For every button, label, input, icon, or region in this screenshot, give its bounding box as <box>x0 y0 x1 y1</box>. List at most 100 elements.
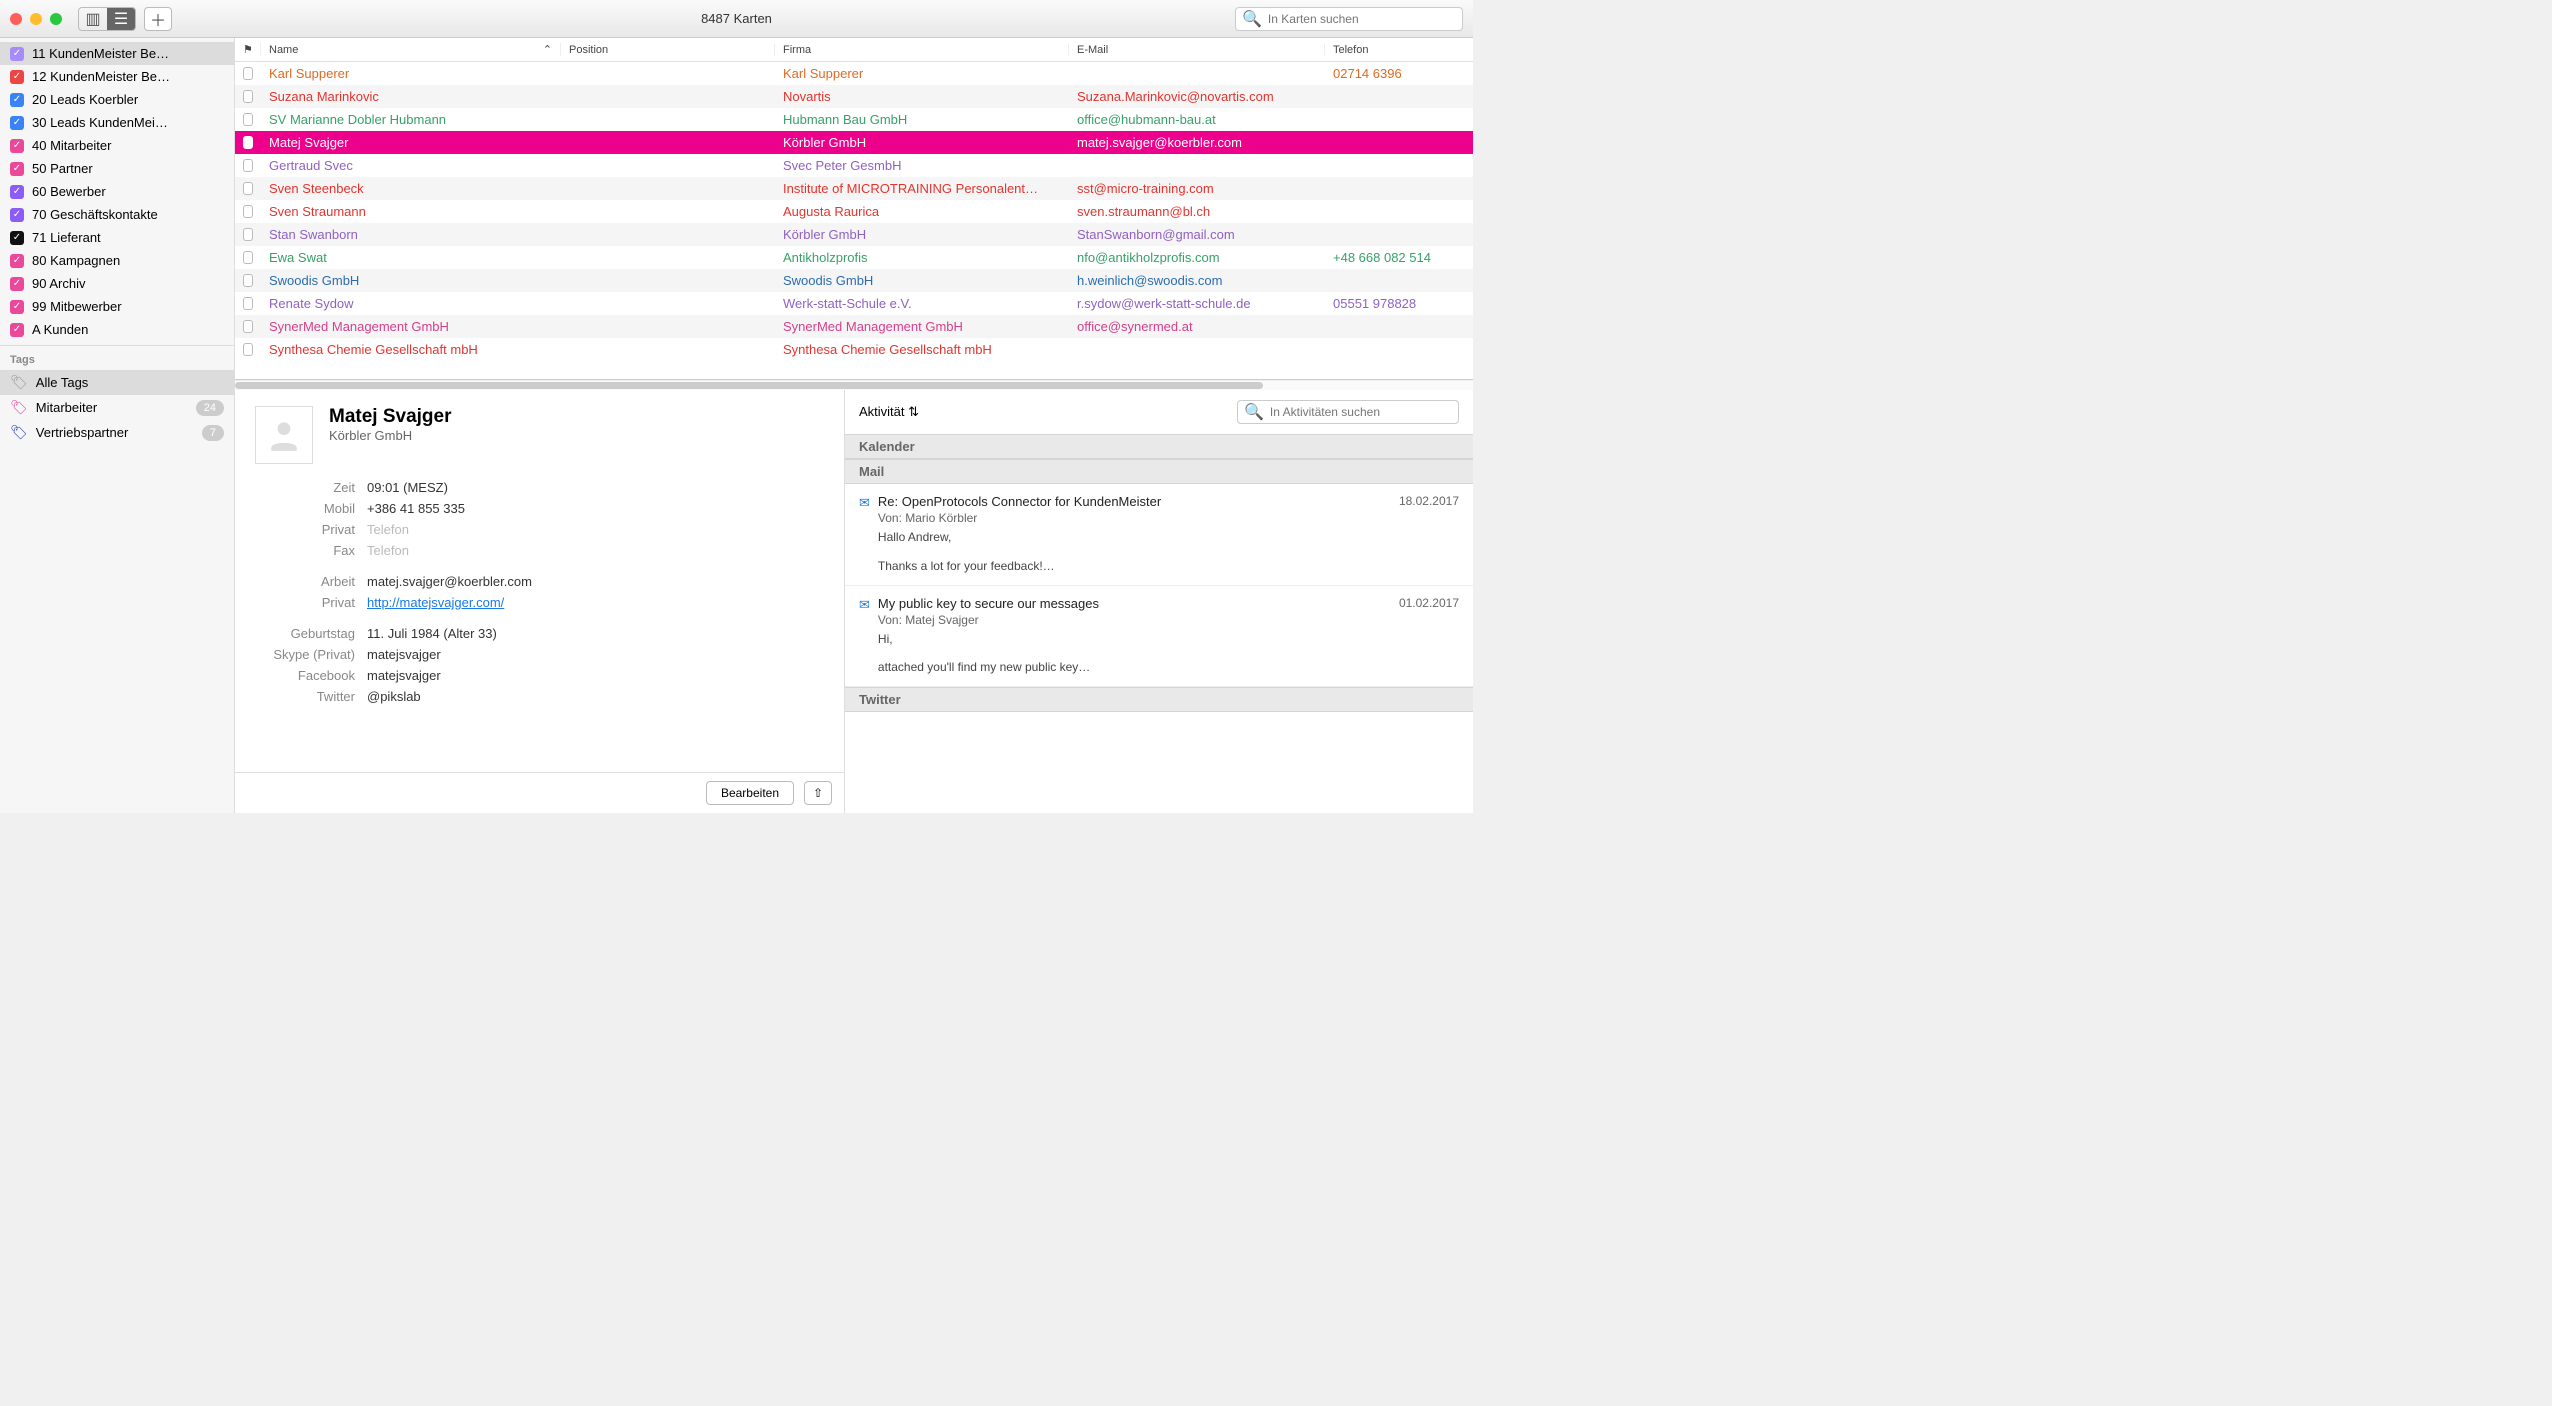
checkbox-icon <box>10 300 24 314</box>
sidebar-item[interactable]: 30 Leads KundenMei… <box>0 111 234 134</box>
cell-name: Gertraud Svec <box>261 158 561 173</box>
sidebar-item[interactable]: 12 KundenMeister Be… <box>0 65 234 88</box>
mail-item[interactable]: ✉ My public key to secure our messages01… <box>845 586 1473 688</box>
sidebar-item[interactable]: 40 Mitarbeiter <box>0 134 234 157</box>
sidebar-item[interactable]: 70 Geschäftskontakte <box>0 203 234 226</box>
tag-item[interactable]: 🏷Alle Tags <box>0 370 234 395</box>
share-button[interactable]: ⇧ <box>804 781 832 805</box>
row-checkbox[interactable] <box>243 67 253 80</box>
detail-name: Matej Svajger <box>329 406 452 428</box>
field-label: Geburtstag <box>255 626 355 641</box>
section-kalender[interactable]: Kalender <box>845 434 1473 459</box>
row-checkbox[interactable] <box>243 182 253 195</box>
section-mail[interactable]: Mail <box>845 459 1473 484</box>
mail-item[interactable]: ✉ Re: OpenProtocols Connector for Kunden… <box>845 484 1473 586</box>
field-value: 11. Juli 1984 (Alter 33) <box>367 626 824 641</box>
row-checkbox[interactable] <box>243 136 253 149</box>
table-row[interactable]: Suzana Marinkovic Novartis Suzana.Marink… <box>235 85 1473 108</box>
checkbox-icon <box>10 47 24 61</box>
table-row[interactable]: Karl Supperer Karl Supperer 02714 6396 <box>235 62 1473 85</box>
sidebar-item[interactable]: A Kunden <box>0 318 234 341</box>
row-checkbox[interactable] <box>243 228 253 241</box>
sidebar-item-label: 80 Kampagnen <box>32 253 120 268</box>
cell-firma: Synthesa Chemie Gesellschaft mbH <box>775 342 1069 357</box>
sidebar-item[interactable]: 80 Kampagnen <box>0 249 234 272</box>
table-row[interactable]: SynerMed Management GmbH SynerMed Manage… <box>235 315 1473 338</box>
detail-field: Twitter@pikslab <box>255 689 824 704</box>
close-button[interactable] <box>10 13 22 25</box>
field-label: Skype (Privat) <box>255 647 355 662</box>
tag-badge: 7 <box>202 425 224 441</box>
cell-name: Renate Sydow <box>261 296 561 311</box>
sidebar-item[interactable]: 11 KundenMeister Be… <box>0 42 234 65</box>
table-row[interactable]: Synthesa Chemie Gesellschaft mbH Synthes… <box>235 338 1473 361</box>
titlebar: ▥ ☰ ＋ 8487 Karten 🔍 <box>0 0 1473 38</box>
row-checkbox[interactable] <box>243 159 253 172</box>
cell-email: Suzana.Marinkovic@novartis.com <box>1069 89 1325 104</box>
detail-panel: Matej Svajger Körbler GmbH Zeit09:01 (ME… <box>235 390 845 813</box>
row-checkbox[interactable] <box>243 251 253 264</box>
table-row[interactable]: Gertraud Svec Svec Peter GesmbH <box>235 154 1473 177</box>
field-value: Telefon <box>367 522 824 537</box>
col-flag[interactable]: ⚑ <box>235 43 261 56</box>
table-row[interactable]: Ewa Swat Antikholzprofis nfo@antikholzpr… <box>235 246 1473 269</box>
sidebar-item[interactable]: 99 Mitbewerber <box>0 295 234 318</box>
view-columns-icon[interactable]: ▥ <box>79 8 107 30</box>
sidebar-item[interactable]: 50 Partner <box>0 157 234 180</box>
table-row[interactable]: Renate Sydow Werk-statt-Schule e.V. r.sy… <box>235 292 1473 315</box>
activity-search[interactable]: 🔍 <box>1237 400 1459 424</box>
table-row[interactable]: Sven Straumann Augusta Raurica sven.stra… <box>235 200 1473 223</box>
cell-name: Matej Svajger <box>261 135 561 150</box>
checkbox-icon <box>10 231 24 245</box>
horizontal-scrollbar[interactable] <box>235 380 1473 390</box>
row-checkbox[interactable] <box>243 113 253 126</box>
row-checkbox[interactable] <box>243 90 253 103</box>
cell-firma: Körbler GmbH <box>775 227 1069 242</box>
tag-item[interactable]: 🏷Vertriebspartner7 <box>0 420 234 445</box>
sidebar-item[interactable]: 71 Lieferant <box>0 226 234 249</box>
row-checkbox[interactable] <box>243 320 253 333</box>
table-row[interactable]: Swoodis GmbH Swoodis GmbH h.weinlich@swo… <box>235 269 1473 292</box>
view-list-icon[interactable]: ☰ <box>107 8 135 30</box>
table-row[interactable]: SV Marianne Dobler Hubmann Hubmann Bau G… <box>235 108 1473 131</box>
global-search[interactable]: 🔍 <box>1235 7 1463 31</box>
edit-button[interactable]: Bearbeiten <box>706 781 794 805</box>
activity-selector[interactable]: Aktivität ⇅ <box>859 404 919 420</box>
add-button[interactable]: ＋ <box>144 7 172 31</box>
cell-telefon: 02714 6396 <box>1325 66 1463 81</box>
sidebar-item[interactable]: 90 Archiv <box>0 272 234 295</box>
field-value: matej.svajger@koerbler.com <box>367 574 824 589</box>
maximize-button[interactable] <box>50 13 62 25</box>
table-row[interactable]: Stan Swanborn Körbler GmbH StanSwanborn@… <box>235 223 1473 246</box>
tag-item[interactable]: 🏷Mitarbeiter24 <box>0 395 234 420</box>
col-name[interactable]: Name⌃ <box>261 43 561 56</box>
col-position[interactable]: Position <box>561 44 775 56</box>
detail-link[interactable]: http://matejsvajger.com/ <box>367 595 504 610</box>
cell-firma: Augusta Raurica <box>775 204 1069 219</box>
table-row[interactable]: Matej Svajger Körbler GmbH matej.svajger… <box>235 131 1473 154</box>
cell-firma: Karl Supperer <box>775 66 1069 81</box>
sidebar-item[interactable]: 60 Bewerber <box>0 180 234 203</box>
section-twitter[interactable]: Twitter <box>845 687 1473 712</box>
sidebar-item-label: A Kunden <box>32 322 88 337</box>
search-input[interactable] <box>1268 12 1456 26</box>
view-toggle[interactable]: ▥ ☰ <box>78 7 136 31</box>
col-email[interactable]: E-Mail <box>1069 44 1325 56</box>
row-checkbox[interactable] <box>243 297 253 310</box>
row-checkbox[interactable] <box>243 343 253 356</box>
sidebar-item-label: 90 Archiv <box>32 276 85 291</box>
col-firma[interactable]: Firma <box>775 44 1069 56</box>
detail-field: Facebookmatejsvajger <box>255 668 824 683</box>
sidebar-item[interactable]: 20 Leads Koerbler <box>0 88 234 111</box>
table-header: ⚑ Name⌃ Position Firma E-Mail Telefon <box>235 38 1473 62</box>
cell-email: h.weinlich@swoodis.com <box>1069 273 1325 288</box>
row-checkbox[interactable] <box>243 205 253 218</box>
minimize-button[interactable] <box>30 13 42 25</box>
col-telefon[interactable]: Telefon <box>1325 44 1463 56</box>
row-checkbox[interactable] <box>243 274 253 287</box>
table-row[interactable]: Sven Steenbeck Institute of MICROTRAININ… <box>235 177 1473 200</box>
mail-from: Von: Mario Körbler <box>878 511 1459 525</box>
activity-search-input[interactable] <box>1270 405 1452 419</box>
updown-icon: ⇅ <box>908 404 919 419</box>
search-icon: 🔍 <box>1244 402 1264 422</box>
